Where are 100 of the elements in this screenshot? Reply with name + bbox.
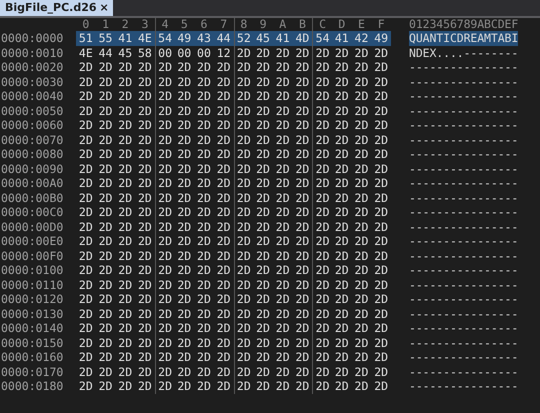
offset-label: 0000:0170 [0,364,64,379]
hex-cell-text: 2D [255,104,271,118]
hex-cell-text: 2D [255,220,271,234]
ascii-text: ---------------- [409,118,518,132]
ascii-text: ---------------- [409,379,518,394]
hex-cell: 2D [312,190,332,205]
hex-cell-text: 2D [216,147,232,162]
hex-cell-text: 2D [274,205,291,220]
hex-cell-text: 2D [216,162,232,176]
hex-cell-text: 2D [334,46,350,60]
hex-cell-text: 2D [196,60,212,74]
hex-cell-text: 2D [98,321,114,336]
hex-cell: 4D [292,31,312,46]
hex-cell: 2D [234,379,254,394]
hex-cell-text: 2D [255,205,271,220]
hex-cell-text: 2D [373,263,390,278]
hex-cell-text: 2D [98,364,114,379]
hex-cell: 2D [312,306,332,321]
file-tab[interactable]: BigFile_PC.d26 × [0,0,113,16]
hex-cell-text: 2D [274,364,291,379]
hex-cell-text: 2D [354,336,370,350]
ascii-text: ---------------- [409,364,518,379]
hex-cell-text: 2D [255,292,271,306]
hex-cell-text: 2D [196,132,212,147]
hex-cell-text: 2D [255,350,271,364]
ascii-text: ---------------- [409,278,518,292]
hex-cell-text: 2D [334,118,350,132]
column-header: A [278,18,288,31]
hex-cell-text: 2D [117,74,134,89]
hex-cell-text: 2D [196,263,212,278]
hex-cell-text: 2D [334,176,350,190]
hex-cell-text: 2D [373,205,390,220]
hex-cell: 2D [312,74,332,89]
hex-cell-text: 2D [98,205,114,220]
hex-cell-text: 2D [274,336,291,350]
hex-cell-text: 2D [216,379,232,394]
hex-cell-text: 2D [176,60,192,74]
hex-cell-text: 2D [294,350,310,364]
hex-cell-text: 2D [354,379,370,394]
hex-cell-text: 2D [117,220,134,234]
ascii-text: ---------------- [409,234,518,248]
hex-cell-text: 2D [334,364,350,379]
hex-cell-text: 2D [294,220,310,234]
hex-cell-text: 2D [117,147,134,162]
hex-cell-text: 2D [78,176,94,190]
hex-cell-text: 2D [216,263,232,278]
hex-cell-text: 2D [78,104,94,118]
hex-cell-text: 2D [78,220,94,234]
hex-cell: 2D [154,292,174,306]
hex-cell-text: 2D [274,190,291,205]
hex-cell-text: 2D [117,292,134,306]
hex-cell-text: 2D [334,292,350,306]
hex-cell-text: 2D [117,176,134,190]
column-header: 5 [180,18,189,31]
hex-cell-text: 2D [216,104,232,118]
hex-cell: 41 [272,31,293,46]
hex-cell-text: 2D [98,278,114,292]
hex-cell: 2D [312,60,332,74]
hex-cell-text: 2D [78,190,94,205]
hex-cell-text: 2D [294,60,310,74]
hex-cell-text: 2D [176,190,192,205]
hex-cell: 49 [371,31,391,46]
hex-cell: 2D [312,278,332,292]
hex-cell-text: 2D [294,306,310,321]
hex-cell: 2D [154,306,174,321]
hex-cell: 2D [154,104,174,118]
hex-cell: 2D [234,292,254,306]
ascii-text: ---------------- [409,89,518,104]
hex-cell-text: 2D [117,248,134,263]
hex-cell-text: 2D [294,292,310,306]
hex-cell-text: 2D [373,46,390,60]
hex-cell-text: 2D [334,278,350,292]
hex-cell-text: 2D [354,74,370,89]
hex-cell-text: 2D [373,248,390,263]
hex-cell-text: 2D [98,176,114,190]
hex-cell-text: 2D [136,104,153,118]
hex-cell-text: 2D [373,60,390,74]
hex-cell-text: 2D [78,379,94,394]
hex-cell-text: 2D [294,364,310,379]
hex-cell-text: 2D [78,248,94,263]
hex-cell-text: 2D [196,306,212,321]
hex-cell: 2D [154,162,174,176]
offset-label: 0000:00B0 [0,190,64,205]
hex-cell-text: 2D [334,263,350,278]
hex-cell: 2D [312,263,332,278]
hex-cell: 42 [352,31,372,46]
hex-cell-text: 2D [98,147,114,162]
hex-cell-text: 2D [176,74,192,89]
hex-cell-text: 2D [334,89,350,104]
offset-label: 0000:00E0 [0,234,64,248]
hex-cell-text: 2D [216,132,232,147]
hex-cell-text: 2D [294,104,310,118]
hex-cell: 2D [154,89,174,104]
hex-cell-text: 2D [196,364,212,379]
offset-label: 0000:00D0 [0,220,64,234]
hex-cell-text: 2D [354,190,370,205]
hex-cell-text: 2D [176,278,192,292]
hex-cell: 2D [312,132,332,147]
hex-cell: 2D [312,220,332,234]
hex-cell-text: 2D [294,74,310,89]
